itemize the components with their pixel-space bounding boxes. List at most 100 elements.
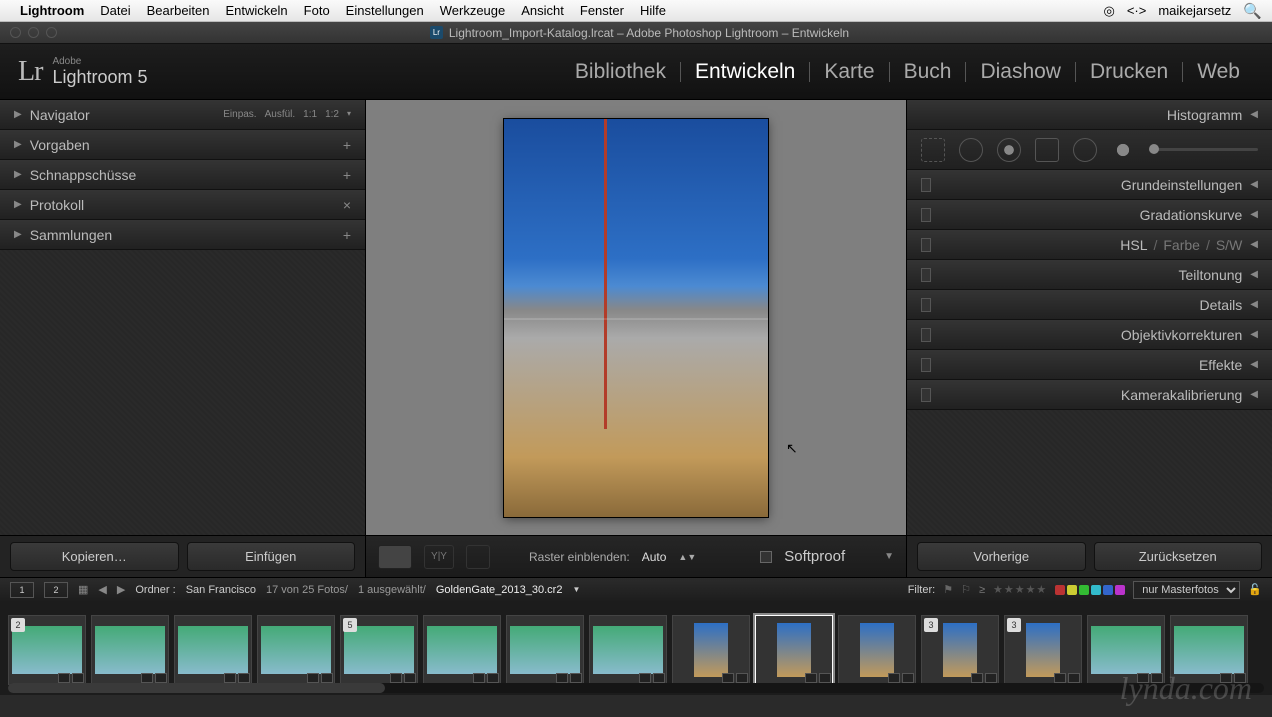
before-after-split-button[interactable] bbox=[466, 545, 490, 569]
zoom-button[interactable] bbox=[46, 27, 57, 38]
panel-histogram[interactable]: Histogramm◀ bbox=[907, 100, 1272, 130]
prev-photo-icon[interactable]: ◀ bbox=[98, 583, 106, 596]
filmstrip[interactable]: 25★★★★★3★★3★★ bbox=[0, 601, 1272, 695]
close-button[interactable] bbox=[10, 27, 21, 38]
menu-app[interactable]: Lightroom bbox=[20, 3, 84, 18]
panel-effects[interactable]: Effekte◀ bbox=[907, 350, 1272, 380]
zoom-ratio[interactable]: 1:2 bbox=[325, 109, 339, 120]
panel-calibration[interactable]: Kamerakalibrierung◀ bbox=[907, 380, 1272, 410]
filmstrip-thumb[interactable] bbox=[91, 615, 169, 685]
filmstrip-thumb[interactable]: 2 bbox=[8, 615, 86, 685]
zoom-fit[interactable]: Einpas. bbox=[223, 109, 256, 120]
module-library[interactable]: Bibliothek bbox=[561, 60, 680, 84]
gradient-tool-icon[interactable] bbox=[1035, 138, 1059, 162]
panel-presets[interactable]: ▶Vorgaben+ bbox=[0, 130, 365, 160]
folder-name[interactable]: San Francisco bbox=[186, 584, 256, 596]
color-label-filter[interactable] bbox=[1055, 585, 1125, 595]
menubar-user[interactable]: maikejarsetz bbox=[1158, 3, 1231, 18]
panel-switch-icon[interactable] bbox=[921, 388, 931, 402]
grid-icon[interactable]: ▦ bbox=[78, 583, 88, 596]
spot-tool-icon[interactable] bbox=[959, 138, 983, 162]
panel-switch-icon[interactable] bbox=[921, 238, 931, 252]
filmstrip-thumb[interactable] bbox=[174, 615, 252, 685]
add-icon[interactable]: + bbox=[343, 227, 351, 243]
module-book[interactable]: Buch bbox=[890, 60, 966, 84]
flag-pick-icon[interactable]: ⚑ bbox=[943, 583, 953, 596]
filter-lock-icon[interactable]: 🔓 bbox=[1248, 583, 1262, 596]
grid-overlay-value[interactable]: Auto bbox=[642, 550, 667, 564]
main-window-button[interactable]: 1 bbox=[10, 582, 34, 598]
panel-switch-icon[interactable] bbox=[921, 328, 931, 342]
panel-switch-icon[interactable] bbox=[921, 298, 931, 312]
filmstrip-thumb[interactable]: 5 bbox=[340, 615, 418, 685]
menu-help[interactable]: Hilfe bbox=[640, 3, 666, 18]
filename-drop-icon[interactable]: ▼ bbox=[572, 585, 580, 594]
zoom-fill[interactable]: Ausfül. bbox=[265, 109, 296, 120]
panel-hsl[interactable]: HSL/Farbe/S/W◀ bbox=[907, 230, 1272, 260]
copy-button[interactable]: Kopieren… bbox=[10, 542, 179, 571]
module-map[interactable]: Karte bbox=[810, 60, 888, 84]
paste-button[interactable]: Einfügen bbox=[187, 542, 356, 571]
filmstrip-thumb[interactable]: 3★★ bbox=[1004, 615, 1082, 685]
panel-splittone[interactable]: Teiltonung◀ bbox=[907, 260, 1272, 290]
toolbar-expand-icon[interactable]: ▼ bbox=[884, 551, 894, 562]
module-slideshow[interactable]: Diashow bbox=[966, 60, 1075, 84]
filmstrip-scrollbar[interactable] bbox=[8, 683, 1264, 693]
tool-slider[interactable] bbox=[1149, 148, 1258, 151]
loupe-view[interactable]: ↖ Y|Y Raster einblenden: Auto ▲▼ Softpro… bbox=[366, 100, 906, 577]
filmstrip-thumb[interactable] bbox=[423, 615, 501, 685]
module-print[interactable]: Drucken bbox=[1076, 60, 1182, 84]
rating-compare-icon[interactable]: ≥ bbox=[979, 584, 985, 596]
dropdown-icon[interactable]: ▲▼ bbox=[678, 552, 696, 562]
zoom-1to1[interactable]: 1:1 bbox=[303, 109, 317, 120]
menu-photo[interactable]: Foto bbox=[304, 3, 330, 18]
panel-collections[interactable]: ▶Sammlungen+ bbox=[0, 220, 365, 250]
next-photo-icon[interactable]: ▶ bbox=[117, 583, 125, 596]
brush-tool-icon[interactable] bbox=[1111, 138, 1135, 162]
current-filename[interactable]: GoldenGate_2013_30.cr2 bbox=[436, 584, 563, 596]
menu-edit[interactable]: Bearbeiten bbox=[147, 3, 210, 18]
module-develop[interactable]: Entwickeln bbox=[681, 60, 809, 84]
panel-switch-icon[interactable] bbox=[921, 208, 931, 222]
menu-view[interactable]: Ansicht bbox=[521, 3, 564, 18]
loupe-view-button[interactable] bbox=[378, 545, 412, 569]
add-icon[interactable]: + bbox=[343, 137, 351, 153]
filmstrip-thumb[interactable] bbox=[506, 615, 584, 685]
menu-develop[interactable]: Entwickeln bbox=[226, 3, 288, 18]
reset-button[interactable]: Zurücksetzen bbox=[1094, 542, 1263, 571]
filmstrip-thumb[interactable]: ★ bbox=[672, 615, 750, 685]
redeye-tool-icon[interactable] bbox=[997, 138, 1021, 162]
filmstrip-thumb[interactable] bbox=[1170, 615, 1248, 685]
spotlight-icon[interactable]: 🔍 bbox=[1243, 2, 1262, 20]
menu-window[interactable]: Fenster bbox=[580, 3, 624, 18]
panel-navigator[interactable]: ▶ Navigator Einpas. Ausfül. 1:1 1:2 ▾ bbox=[0, 100, 365, 130]
menu-file[interactable]: Datei bbox=[100, 3, 130, 18]
menu-settings[interactable]: Einstellungen bbox=[346, 3, 424, 18]
panel-history[interactable]: ▶Protokoll× bbox=[0, 190, 365, 220]
menubar-extra-icon[interactable]: <·> bbox=[1127, 3, 1147, 18]
filter-preset-select[interactable]: nur Masterfotos bbox=[1133, 581, 1240, 599]
panel-detail[interactable]: Details◀ bbox=[907, 290, 1272, 320]
menu-tools[interactable]: Werkzeuge bbox=[440, 3, 506, 18]
filmstrip-thumb[interactable] bbox=[589, 615, 667, 685]
panel-switch-icon[interactable] bbox=[921, 178, 931, 192]
filmstrip-thumb[interactable]: ★★ bbox=[838, 615, 916, 685]
second-window-button[interactable]: 2 bbox=[44, 582, 68, 598]
panel-snapshots[interactable]: ▶Schnappschüsse+ bbox=[0, 160, 365, 190]
rating-filter[interactable]: ★★★★★ bbox=[993, 583, 1047, 596]
panel-tonecurve[interactable]: Gradationskurve◀ bbox=[907, 200, 1272, 230]
menubar-extra-icon[interactable]: ◎ bbox=[1103, 3, 1114, 19]
panel-switch-icon[interactable] bbox=[921, 358, 931, 372]
filmstrip-thumb[interactable] bbox=[1087, 615, 1165, 685]
crop-tool-icon[interactable] bbox=[921, 138, 945, 162]
panel-switch-icon[interactable] bbox=[921, 268, 931, 282]
softproof-checkbox[interactable] bbox=[760, 551, 772, 563]
filmstrip-thumb[interactable] bbox=[257, 615, 335, 685]
filmstrip-thumb[interactable]: 3★★ bbox=[921, 615, 999, 685]
add-icon[interactable]: + bbox=[343, 167, 351, 183]
flag-reject-icon[interactable]: ⚐ bbox=[961, 583, 971, 596]
filmstrip-thumb[interactable]: ★★ bbox=[755, 615, 833, 685]
module-web[interactable]: Web bbox=[1183, 60, 1254, 84]
clear-icon[interactable]: × bbox=[343, 197, 351, 213]
previous-button[interactable]: Vorherige bbox=[917, 542, 1086, 571]
